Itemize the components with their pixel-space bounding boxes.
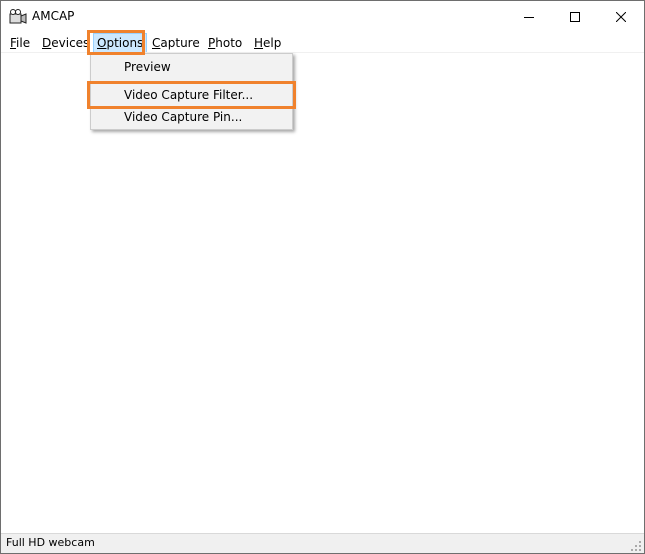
camera-app-icon (9, 8, 27, 26)
minimize-button[interactable] (506, 1, 552, 32)
menu-item-preview[interactable]: Preview (91, 56, 292, 78)
menu-item-video-capture-pin[interactable]: Video Capture Pin... (91, 106, 292, 128)
window-title: AMCAP (32, 9, 75, 23)
menu-capture-label: apture (160, 36, 200, 50)
menu-photo[interactable]: Photo (205, 34, 245, 52)
menu-photo-label: hoto (215, 36, 243, 50)
menu-devices-label: evices (51, 36, 90, 50)
maximize-icon (570, 11, 580, 22)
menu-devices[interactable]: Devices (39, 34, 92, 52)
menu-devices-mnemonic: D (42, 36, 52, 50)
maximize-button[interactable] (552, 1, 598, 32)
options-highlight-box (87, 30, 145, 55)
status-bar: Full HD webcam (1, 533, 644, 553)
close-icon (616, 11, 626, 22)
title-bar[interactable]: AMCAP (1, 1, 644, 32)
menu-file[interactable]: File (7, 34, 33, 52)
menu-help-mnemonic: H (254, 36, 264, 50)
status-text: Full HD webcam (6, 536, 95, 549)
menu-help[interactable]: Help (251, 34, 284, 52)
close-button[interactable] (598, 1, 644, 32)
video-capture-filter-highlight-box (87, 81, 296, 109)
menu-capture[interactable]: Capture (149, 34, 203, 52)
minimize-icon (524, 16, 534, 18)
amcap-window: AMCAP File Devices Options Capture Photo… (0, 0, 645, 554)
resize-grip-icon[interactable] (631, 540, 641, 551)
menu-help-label: elp (263, 36, 282, 50)
menu-file-label: ile (16, 36, 31, 50)
